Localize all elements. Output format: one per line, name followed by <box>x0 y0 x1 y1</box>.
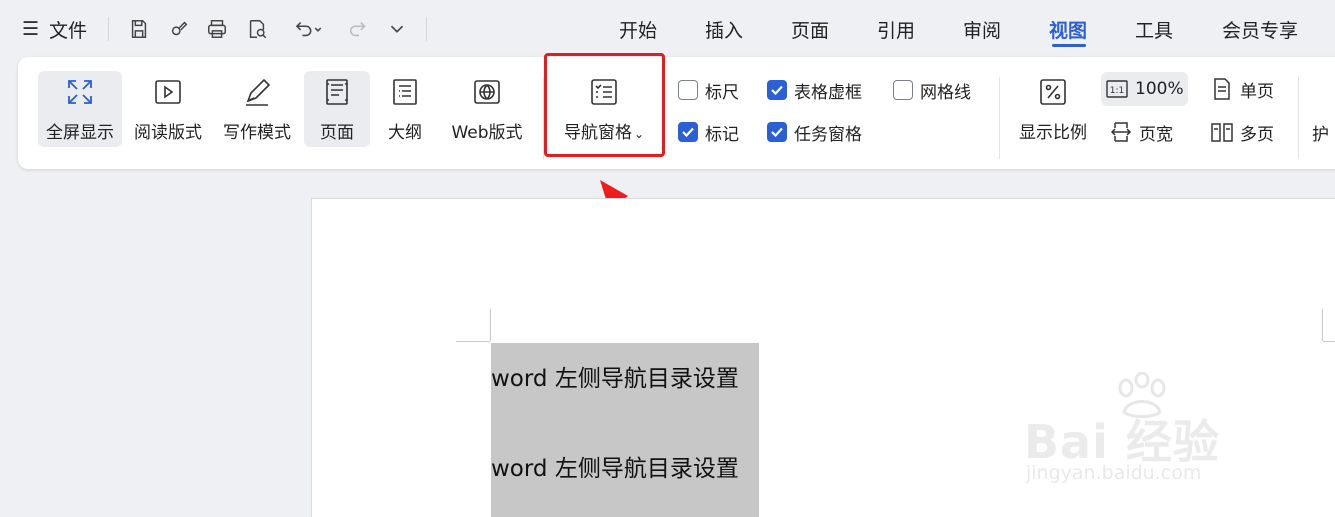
crop-mark <box>1323 341 1335 342</box>
gridlines-checkbox[interactable]: 网格线 <box>893 77 971 103</box>
crop-mark <box>490 309 491 341</box>
marks-label: 标记 <box>705 124 739 145</box>
file-menu-label: 文件 <box>49 19 88 42</box>
checkbox-checked-icon <box>678 122 698 142</box>
play-icon <box>151 75 185 109</box>
navigation-pane-highlight <box>544 53 665 157</box>
task-pane-label: 任务窗格 <box>794 124 862 145</box>
redo-icon[interactable] <box>344 14 374 44</box>
checkbox-empty-icon <box>678 80 698 100</box>
page-width-button[interactable]: 页宽 <box>1105 115 1177 149</box>
read-mode-button[interactable]: 阅读版式 <box>126 71 210 147</box>
baidu-watermark: Bai 经验 jingyan.baidu.com <box>1024 372 1274 492</box>
checkbox-checked-icon <box>767 122 787 142</box>
svg-text:1:1: 1:1 <box>1110 86 1124 96</box>
protect-button[interactable]: 护 <box>1308 115 1333 149</box>
view-ribbon: 全屏显示 阅读版式 写作模式 页面 大纲 Web版式 导航窗格 ⌄ 标尺 表格虚… <box>18 57 1335 169</box>
ribbon-divider <box>999 77 1000 159</box>
single-page-icon <box>1214 78 1230 100</box>
file-menu[interactable]: ☰ 文件 <box>22 14 87 44</box>
multi-page-icon <box>1211 123 1233 142</box>
checkbox-empty-icon <box>893 80 913 100</box>
ribbon-divider <box>1298 77 1299 159</box>
single-page-button[interactable]: 单页 <box>1206 72 1278 106</box>
page-width-icon <box>1110 122 1132 142</box>
fullscreen-icon <box>63 75 97 109</box>
tab-tools[interactable]: 工具 <box>1128 14 1180 44</box>
print-preview-icon[interactable] <box>242 14 272 44</box>
document-heading-line[interactable]: word 左侧导航目录设置 <box>491 449 739 483</box>
outline-icon <box>388 75 422 109</box>
crop-mark <box>1322 309 1323 341</box>
save-icon[interactable] <box>124 14 154 44</box>
format-painter-icon[interactable] <box>164 14 194 44</box>
page-view-label: 页面 <box>320 123 354 143</box>
undo-icon[interactable] <box>284 14 330 44</box>
tab-view[interactable]: 视图 <box>1042 14 1094 44</box>
globe-icon <box>470 75 504 109</box>
page-view-button[interactable]: 页面 <box>304 71 370 147</box>
watermark-site: jingyan.baidu.com <box>1026 462 1202 484</box>
percent-icon <box>1036 75 1070 109</box>
table-gridlines-label: 表格虚框 <box>794 82 862 103</box>
ruler-checkbox[interactable]: 标尺 <box>678 77 739 103</box>
gridlines-label: 网格线 <box>920 82 971 103</box>
outline-button[interactable]: 大纲 <box>374 71 436 147</box>
write-mode-label: 写作模式 <box>223 123 291 143</box>
multi-page-button[interactable]: 多页 <box>1206 115 1278 149</box>
marks-checkbox[interactable]: 标记 <box>678 119 739 145</box>
pen-icon <box>240 75 274 109</box>
tab-home[interactable]: 开始 <box>612 14 664 44</box>
single-page-label: 单页 <box>1240 81 1274 102</box>
zoom-ratio-button[interactable]: 显示比例 <box>1012 71 1094 147</box>
zoom-100-label: 100% <box>1135 79 1184 99</box>
divider <box>426 17 427 41</box>
write-mode-button[interactable]: 写作模式 <box>215 71 299 147</box>
web-layout-label: Web版式 <box>451 123 523 143</box>
chevron-down-icon[interactable] <box>382 14 412 44</box>
table-gridlines-checkbox[interactable]: 表格虚框 <box>767 77 862 103</box>
active-tab-indicator <box>1052 44 1086 47</box>
one-to-one-icon: 1:1 <box>1106 80 1128 98</box>
multi-page-label: 多页 <box>1240 124 1274 145</box>
title-bar: ☰ 文件 开始 插入 页面 引用 审阅 视图 工具 会员专享 <box>0 0 1335 58</box>
protect-label: 护 <box>1312 124 1329 145</box>
zoom-100-button[interactable]: 1:1 100% <box>1101 72 1188 106</box>
menu-icon: ☰ <box>22 18 40 40</box>
ruler-label: 标尺 <box>705 82 739 103</box>
document-heading-line[interactable]: word 左侧导航目录设置 <box>491 359 739 393</box>
divider <box>108 17 109 41</box>
read-mode-label: 阅读版式 <box>134 123 202 143</box>
tab-review[interactable]: 审阅 <box>956 14 1008 44</box>
crop-mark <box>456 341 490 342</box>
page-width-label: 页宽 <box>1139 124 1173 145</box>
fullscreen-button[interactable]: 全屏显示 <box>38 71 122 147</box>
tab-references[interactable]: 引用 <box>870 14 922 44</box>
print-icon[interactable] <box>202 14 232 44</box>
outline-label: 大纲 <box>388 123 422 143</box>
fullscreen-label: 全屏显示 <box>46 123 114 143</box>
page-icon <box>320 75 354 109</box>
zoom-ratio-label: 显示比例 <box>1019 123 1087 143</box>
web-layout-button[interactable]: Web版式 <box>442 71 532 147</box>
task-pane-checkbox[interactable]: 任务窗格 <box>767 119 862 145</box>
tab-insert[interactable]: 插入 <box>698 14 750 44</box>
tab-member[interactable]: 会员专享 <box>1214 14 1306 44</box>
tab-page[interactable]: 页面 <box>784 14 836 44</box>
checkbox-checked-icon <box>767 80 787 100</box>
